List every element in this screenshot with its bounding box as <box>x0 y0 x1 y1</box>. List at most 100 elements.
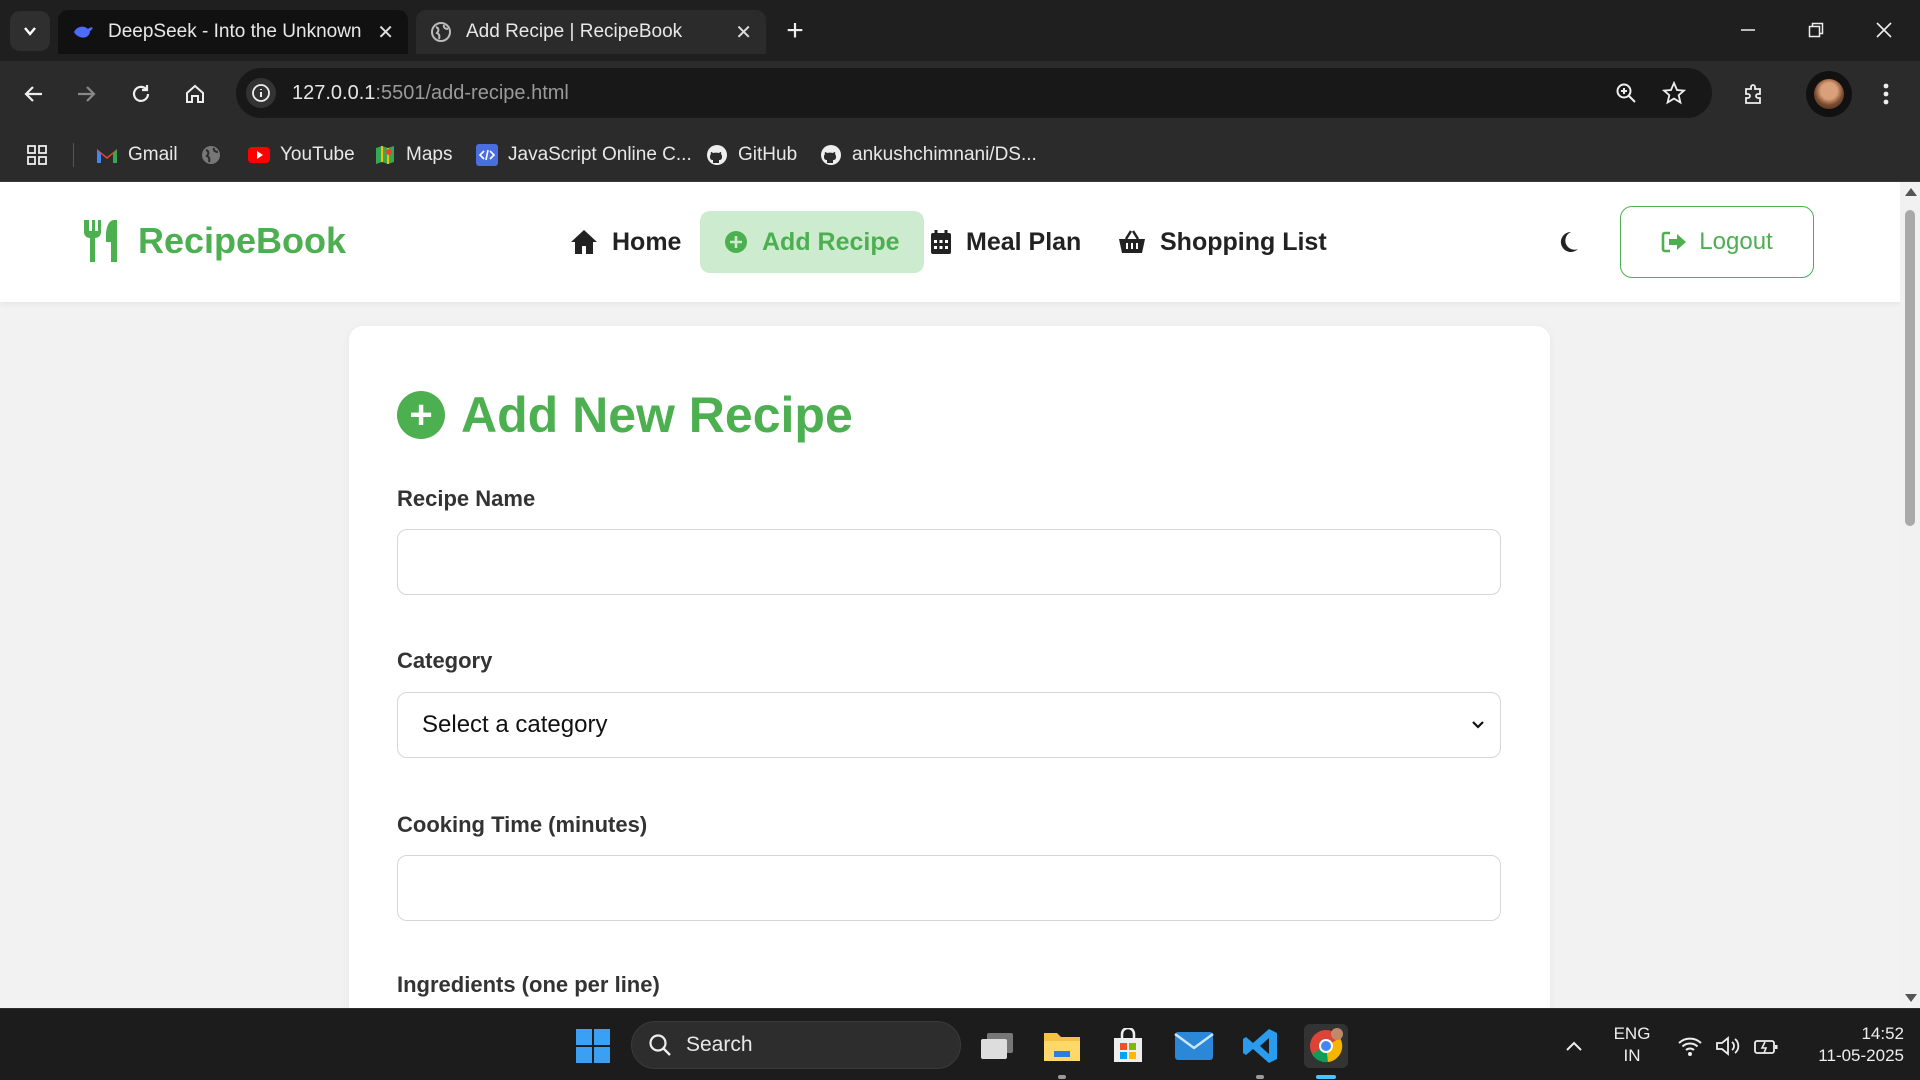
github-icon <box>706 144 728 166</box>
bookmark-github[interactable]: GitHub <box>706 141 797 169</box>
search-icon <box>649 1034 671 1056</box>
tab-title: Add Recipe | RecipeBook <box>466 21 683 42</box>
plus-circle-icon: + <box>397 391 445 439</box>
tab-deepseek[interactable]: DeepSeek - Into the Unknown ✕ <box>58 10 408 54</box>
nav-add-recipe[interactable]: Add Recipe <box>700 211 924 273</box>
scroll-up-arrow[interactable] <box>1905 188 1917 196</box>
task-view-icon <box>981 1033 1013 1059</box>
nav-meal-plan[interactable]: Meal Plan <box>906 211 1105 273</box>
bookmark-label: ankushchimnani/DS... <box>852 144 1037 165</box>
url-path: :5501/add-recipe.html <box>375 81 569 104</box>
page-title: + Add New Recipe <box>397 386 853 444</box>
brand-name: RecipeBook <box>138 220 347 261</box>
globe-icon <box>431 22 451 42</box>
moon-icon <box>1560 231 1578 252</box>
maps-icon <box>374 144 396 166</box>
page-scrollbar[interactable] <box>1900 182 1920 1008</box>
site-info-button[interactable] <box>246 78 276 108</box>
home-icon <box>571 230 597 254</box>
clock-date: 11-05-2025 <box>1818 1046 1904 1065</box>
mail-button[interactable] <box>1172 1024 1216 1068</box>
more-vertical-icon <box>1883 83 1889 105</box>
url-host: 127.0.0.1 <box>292 81 376 104</box>
taskbar-search[interactable]: Search <box>631 1021 961 1069</box>
clock-time: 14:52 <box>1861 1024 1904 1043</box>
clock[interactable]: 14:52 11-05-2025 <box>1790 1023 1904 1067</box>
bookmark-maps[interactable]: Maps <box>374 141 452 169</box>
chrome-button[interactable] <box>1304 1024 1348 1068</box>
close-icon[interactable]: ✕ <box>735 20 752 45</box>
plus-circle-icon <box>725 231 747 253</box>
store-icon <box>1114 1028 1142 1062</box>
minimize-button[interactable] <box>1718 10 1778 50</box>
ingredients-label: Ingredients (one per line) <box>397 972 660 997</box>
browser-menu-button[interactable] <box>1866 74 1906 114</box>
globe-icon <box>200 144 222 166</box>
close-icon <box>1876 22 1892 38</box>
category-selected-value: Select a category <box>422 711 608 738</box>
home-button[interactable] <box>175 74 215 114</box>
chrome-icon <box>1310 1028 1343 1063</box>
minimize-icon <box>1741 29 1755 31</box>
nav-shopping-list[interactable]: Shopping List <box>1094 211 1351 273</box>
bookmark-label: GitHub <box>738 144 798 165</box>
scroll-thumb[interactable] <box>1905 210 1915 526</box>
close-window-button[interactable] <box>1854 10 1914 50</box>
bookmark-gmail[interactable]: Gmail <box>96 141 178 169</box>
profile-avatar[interactable] <box>1806 71 1852 117</box>
arrow-left-icon <box>24 86 42 102</box>
task-view-button[interactable] <box>975 1024 1019 1068</box>
store-button[interactable] <box>1106 1024 1150 1068</box>
running-indicator <box>1058 1075 1066 1079</box>
language-indicator[interactable]: ENG IN <box>1606 1023 1658 1067</box>
nav-label: Meal Plan <box>966 227 1082 256</box>
file-explorer-button[interactable] <box>1040 1024 1084 1068</box>
close-icon[interactable]: ✕ <box>377 20 394 45</box>
apps-grid-icon <box>27 145 47 165</box>
forward-button[interactable] <box>66 74 106 114</box>
bookmark-globe[interactable] <box>200 141 232 169</box>
bookmark-javascript-online[interactable]: JavaScript Online C... <box>476 141 692 169</box>
bookmarks-bar: Gmail YouTube Maps JavaScript Online C..… <box>0 127 1920 182</box>
brand-logo[interactable]: RecipeBook <box>82 218 346 264</box>
reload-button[interactable] <box>121 74 161 114</box>
site-header: RecipeBook Home Add Recipe Meal Plan Sho… <box>0 182 1900 302</box>
arrow-right-icon <box>78 86 96 102</box>
restore-button[interactable] <box>1786 10 1846 50</box>
tab-title: DeepSeek - Into the Unknown <box>108 21 362 42</box>
bookmark-youtube[interactable]: YouTube <box>248 141 355 169</box>
bookmarks-divider <box>73 143 74 167</box>
system-tray-status[interactable] <box>1668 1024 1788 1068</box>
category-select[interactable]: Select a category <box>397 692 1501 758</box>
scroll-down-arrow[interactable] <box>1905 994 1917 1002</box>
address-bar[interactable]: 127.0.0.1:5501/add-recipe.html <box>236 68 1712 118</box>
tab-search-button[interactable] <box>10 11 50 51</box>
theme-toggle-button[interactable] <box>1550 224 1586 260</box>
show-hidden-icons-button[interactable] <box>1552 1024 1596 1068</box>
new-tab-button[interactable]: + <box>778 14 812 48</box>
home-icon <box>186 84 204 103</box>
chevron-down-icon <box>1472 721 1484 729</box>
bookmark-label: JavaScript Online C... <box>508 144 692 165</box>
vscode-button[interactable] <box>1238 1024 1282 1068</box>
mail-icon <box>1174 1032 1214 1060</box>
nav-home[interactable]: Home <box>546 211 705 273</box>
cooking-time-input[interactable] <box>397 855 1501 921</box>
extensions-button[interactable] <box>1734 74 1774 114</box>
zoom-button[interactable] <box>1610 77 1642 109</box>
active-indicator <box>1316 1075 1336 1079</box>
chevron-up-icon <box>1566 1041 1582 1051</box>
logout-button[interactable]: Logout <box>1620 206 1814 278</box>
bookmark-star-button[interactable] <box>1658 77 1690 109</box>
apps-button[interactable] <box>26 141 48 169</box>
start-button[interactable] <box>571 1024 615 1068</box>
cooking-time-label: Cooking Time (minutes) <box>397 812 648 837</box>
tab-add-recipe[interactable]: Add Recipe | RecipeBook ✕ <box>416 10 766 54</box>
browser-tab-strip: DeepSeek - Into the Unknown ✕ Add Recipe… <box>0 0 1920 61</box>
recipe-name-input[interactable] <box>397 529 1501 595</box>
basket-icon <box>1119 230 1145 253</box>
search-label: Search <box>686 1033 753 1056</box>
back-button[interactable] <box>14 74 54 114</box>
nav-label: Shopping List <box>1160 227 1327 256</box>
bookmark-github-repo[interactable]: ankushchimnani/DS... <box>820 141 1037 169</box>
